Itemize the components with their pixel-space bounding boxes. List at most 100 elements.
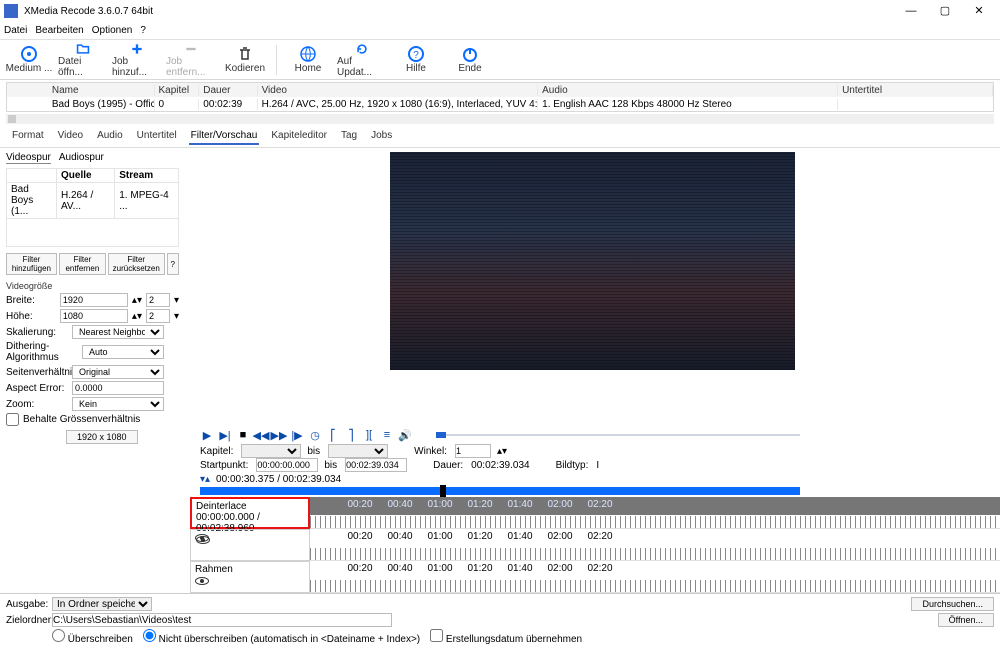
col-untertitel[interactable]: Untertitel — [838, 85, 993, 96]
chapter-from[interactable] — [241, 444, 301, 458]
seek-slider[interactable] — [436, 432, 800, 438]
end-input[interactable] — [345, 458, 407, 472]
col-name[interactable]: Name — [48, 85, 155, 96]
cell-dauer: 00:02:39 — [199, 99, 257, 110]
menu-optionen[interactable]: Optionen — [92, 25, 133, 36]
toolbar-trash-button[interactable]: Kodieren — [220, 42, 270, 78]
menu-datei[interactable]: Datei — [4, 25, 27, 36]
source-row[interactable]: Bad Boys (1...H.264 / AV...1. MPEG-4 ... — [7, 183, 179, 219]
tab-tag[interactable]: Tag — [339, 128, 359, 145]
chapter-to[interactable] — [328, 444, 388, 458]
menu-bearbeiten[interactable]: Bearbeiten — [35, 25, 83, 36]
next-button[interactable]: ▶| — [218, 428, 232, 442]
toolbar-minus-button: Job entfern... — [166, 42, 216, 78]
cell-video: H.264 / AVC, 25.00 Hz, 1920 x 1080 (16:9… — [258, 99, 539, 110]
ffwd-button[interactable]: ▶▶ — [272, 428, 286, 442]
mark-out-button[interactable]: ⎤ — [344, 428, 358, 442]
col-kapitel[interactable]: Kapitel — [155, 85, 200, 96]
toolbar-power-button[interactable]: Ende — [445, 42, 495, 78]
keep-ratio-checkbox[interactable] — [6, 413, 19, 426]
tab-jobs[interactable]: Jobs — [369, 128, 394, 145]
tab-audio[interactable]: Audio — [95, 128, 125, 145]
media-hscroll[interactable] — [6, 114, 994, 124]
play-button[interactable]: ▶ — [200, 428, 214, 442]
timeline-bar[interactable] — [200, 487, 800, 495]
tab-kapiteleditor[interactable]: Kapiteleditor — [269, 128, 329, 145]
angle-input[interactable] — [455, 444, 491, 458]
keep-date-checkbox[interactable]: Erstellungsdatum übernehmen — [430, 629, 582, 645]
filter-add-button[interactable]: Filter hinzufügen — [6, 253, 57, 275]
zoom-select[interactable]: Kein — [72, 397, 164, 411]
rewind-button[interactable]: ◀◀ — [254, 428, 268, 442]
toolbar-plus-button[interactable]: Job hinzuf... — [112, 42, 162, 78]
dimension-button[interactable]: 1920 x 1080 — [66, 430, 138, 444]
videosize-label: Videogröße — [6, 281, 179, 291]
width-step[interactable] — [146, 293, 170, 307]
track-ruler-0[interactable]: 00:2000:4001:0001:2001:4002:0002:20 — [310, 497, 1000, 529]
toolbar-refresh-button[interactable]: Auf Updat... — [337, 42, 387, 78]
toolbar-help-button[interactable]: ?Hilfe — [391, 42, 441, 78]
track-label-2[interactable]: Rahmen — [190, 561, 310, 593]
no-overwrite-radio[interactable]: Nicht überschreiben (automatisch in <Dat… — [143, 629, 420, 645]
start-label: Startpunkt: — [200, 460, 248, 471]
audio-icon[interactable]: 🔊 — [398, 428, 412, 442]
track-label-1[interactable] — [190, 529, 310, 561]
cell-audio: 1. English AAC 128 Kbps 48000 Hz Stereo — [538, 99, 838, 110]
subtab-audiospur[interactable]: Audiospur — [59, 152, 104, 164]
track-label-0[interactable]: Deinterlace00:00:00.000 / 00:02:38.960 — [190, 497, 310, 529]
time-toggle-icon[interactable]: ▾▴ — [200, 474, 210, 485]
col-video[interactable]: Video — [258, 85, 539, 96]
scaling-select[interactable]: Nearest Neighbor — [72, 325, 164, 339]
target-path-input[interactable] — [52, 613, 392, 627]
tab-filtervorschau[interactable]: Filter/Vorschau — [189, 128, 260, 145]
visibility-icon[interactable] — [195, 577, 209, 585]
close-button[interactable]: ✕ — [962, 0, 996, 22]
tab-video[interactable]: Video — [56, 128, 85, 145]
toolbar-globe-button[interactable]: Home — [283, 42, 333, 78]
track-ruler-1[interactable]: 00:2000:4001:0001:2001:4002:0002:20 — [310, 529, 1000, 561]
duration-value: 00:02:39.034 — [471, 460, 529, 471]
source-table: QuelleStream Bad Boys (1...H.264 / AV...… — [6, 168, 179, 247]
output-label: Ausgabe: — [6, 599, 46, 610]
stop-button[interactable]: ■ — [236, 428, 250, 442]
visibility-icon[interactable] — [195, 534, 209, 542]
toolbar-folder-button[interactable]: Datei öffn... — [58, 42, 108, 78]
col-dauer[interactable]: Dauer — [199, 85, 257, 96]
width-input[interactable] — [60, 293, 128, 307]
overwrite-radio[interactable]: Überschreiben — [52, 629, 133, 645]
aspect-error-input[interactable] — [72, 381, 164, 395]
aspect-select[interactable]: Original — [72, 365, 164, 379]
clock-icon[interactable]: ◷ — [308, 428, 322, 442]
height-step[interactable] — [146, 309, 170, 323]
toolbar-disc-button[interactable]: Medium ... — [4, 42, 54, 78]
window-title: XMedia Recode 3.6.0.7 64bit — [24, 6, 894, 17]
output-mode-select[interactable]: In Ordner speichern — [52, 597, 152, 611]
tab-untertitel[interactable]: Untertitel — [135, 128, 179, 145]
maximize-button[interactable]: ▢ — [928, 0, 962, 22]
minimize-button[interactable]: — — [894, 0, 928, 22]
col-stream[interactable]: Stream — [115, 169, 179, 183]
media-row[interactable]: Bad Boys (1995) - Official Trailer_22...… — [7, 97, 993, 111]
chapter-label: Kapitel: — [200, 446, 233, 457]
subtab-videospur[interactable]: Videospur — [6, 152, 51, 164]
app-icon — [4, 4, 18, 18]
menu-?[interactable]: ? — [140, 25, 146, 36]
dithering-select[interactable]: Auto — [82, 345, 164, 359]
start-input[interactable] — [256, 458, 318, 472]
open-button[interactable]: Öffnen... — [938, 613, 994, 627]
height-input[interactable] — [60, 309, 128, 323]
filter-help-button[interactable]: ? — [167, 253, 179, 275]
levels-icon[interactable]: ≡ — [380, 428, 394, 442]
col-quelle[interactable]: Quelle — [57, 169, 115, 183]
track-ruler-2[interactable]: 00:2000:4001:0001:2001:4002:0002:20 — [310, 561, 1000, 593]
browse-button[interactable]: Durchsuchen... — [911, 597, 994, 611]
bracket-button[interactable]: ][ — [362, 428, 376, 442]
step-button[interactable]: |▶ — [290, 428, 304, 442]
cell-kapitel: 0 — [155, 99, 200, 110]
tab-format[interactable]: Format — [10, 128, 46, 145]
filter-remove-button[interactable]: Filter entfernen — [59, 253, 106, 275]
col-audio[interactable]: Audio — [538, 85, 838, 96]
playhead-marker[interactable] — [440, 485, 446, 497]
filter-reset-button[interactable]: Filter zurücksetzen — [108, 253, 165, 275]
mark-in-button[interactable]: ⎡ — [326, 428, 340, 442]
